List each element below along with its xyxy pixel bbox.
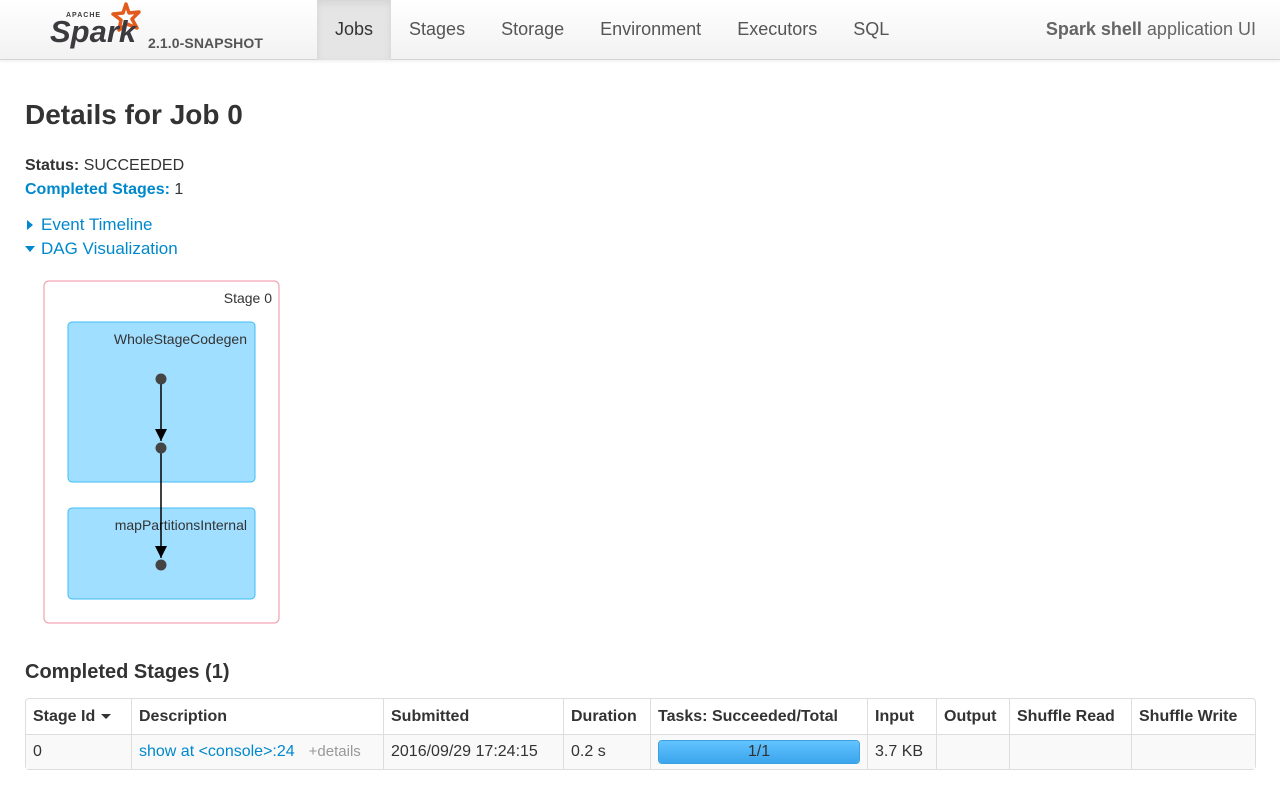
table-row: 0 show at <console>:24 +details 2016/09/2… — [26, 734, 1255, 769]
completed-stages-heading: Completed Stages (1) — [25, 661, 230, 683]
col-stage-id[interactable]: Stage Id — [26, 699, 131, 734]
table-header-row: Stage Id Description Submitted Duration … — [26, 699, 1255, 734]
duration-cell: 0.2 s — [563, 734, 650, 769]
status-label: Status: — [25, 157, 80, 174]
completed-stages-line: Completed Stages: 1 — [25, 178, 184, 202]
progress-label: 1/1 — [747, 743, 771, 760]
tab-storage[interactable]: Storage — [483, 0, 582, 60]
completed-stages-count: 1 — [174, 181, 184, 198]
tab-environment[interactable]: Environment — [582, 0, 719, 60]
col-duration[interactable]: Duration — [563, 699, 650, 734]
tab-sql[interactable]: SQL — [835, 0, 907, 60]
spark-logo[interactable]: APACHE Spark 2.1.0-SNAPSHOT — [48, 2, 288, 58]
arrow-down-icon — [25, 246, 35, 252]
shuffle-write-cell — [1131, 734, 1255, 769]
completed-stages-table: Stage Id Description Submitted Duration … — [25, 698, 1256, 770]
input-cell: 3.7 KB — [867, 734, 936, 769]
status-line: Status: SUCCEEDED — [25, 154, 184, 178]
tab-jobs[interactable]: Jobs — [317, 0, 392, 60]
navbar: APACHE Spark 2.1.0-SNAPSHOT Jobs Stages … — [0, 0, 1280, 60]
page-title: Details for Job 0 — [25, 99, 243, 130]
nav-tabs: Jobs Stages Storage Environment Executor… — [317, 0, 907, 60]
stage-description-link[interactable]: show at <console>:24 — [139, 743, 295, 760]
app-name: Spark shell application UI — [1046, 0, 1256, 58]
stage-label: Stage 0 — [224, 290, 272, 306]
output-cell — [936, 734, 1009, 769]
arrow-right-icon — [27, 220, 33, 230]
event-timeline-toggle[interactable]: Event Timeline — [25, 213, 178, 237]
job-summary: Status: SUCCEEDED Completed Stages: 1 — [25, 154, 184, 202]
dag-graph: Stage 0 WholeStageCodegen mapPartitionsI… — [43, 280, 280, 624]
col-shuffle-read[interactable]: Shuffle Read — [1009, 699, 1131, 734]
sort-desc-icon — [101, 713, 112, 719]
col-submitted[interactable]: Submitted — [383, 699, 563, 734]
description-cell: show at <console>:24 +details — [131, 734, 383, 769]
dag-visualization-toggle[interactable]: DAG Visualization — [25, 237, 178, 261]
dag-cluster-label: mapPartitionsInternal — [115, 517, 247, 533]
app-name-rest: application UI — [1141, 19, 1256, 39]
tab-executors[interactable]: Executors — [719, 0, 835, 60]
brand-name: Spark — [50, 14, 138, 49]
dag-node[interactable] — [155, 373, 167, 385]
dag-node[interactable] — [155, 559, 167, 571]
col-output[interactable]: Output — [936, 699, 1009, 734]
stage-id-cell: 0 — [26, 734, 131, 769]
col-input[interactable]: Input — [867, 699, 936, 734]
details-toggle[interactable]: +details — [309, 743, 361, 760]
spark-logo-icon: APACHE Spark — [50, 2, 141, 49]
col-description[interactable]: Description — [131, 699, 383, 734]
visualization-toggles: Event Timeline DAG Visualization — [25, 213, 178, 261]
dag-visualization-label: DAG Visualization — [41, 239, 178, 258]
dag-node[interactable] — [155, 442, 167, 454]
status-value: SUCCEEDED — [83, 157, 185, 174]
submitted-cell: 2016/09/29 17:24:15 — [383, 734, 563, 769]
tasks-progress-bar: 1/1 — [658, 740, 860, 764]
version-label: 2.1.0-SNAPSHOT — [148, 35, 263, 51]
completed-stages-link[interactable]: Completed Stages: — [25, 181, 170, 198]
dag-cluster-label: WholeStageCodegen — [114, 331, 247, 347]
tasks-cell: 1/1 — [650, 734, 867, 769]
shuffle-read-cell — [1009, 734, 1131, 769]
col-tasks[interactable]: Tasks: Succeeded/Total — [650, 699, 867, 734]
tab-stages[interactable]: Stages — [391, 0, 483, 60]
app-name-bold: Spark shell — [1045, 19, 1142, 39]
col-shuffle-write[interactable]: Shuffle Write — [1131, 699, 1255, 734]
event-timeline-label: Event Timeline — [41, 215, 153, 234]
